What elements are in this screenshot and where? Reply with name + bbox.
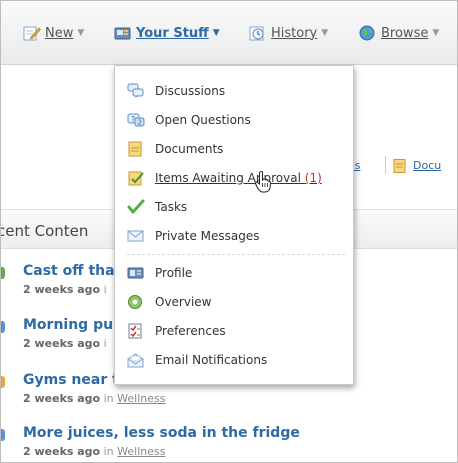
menu-item-discussions[interactable]: Discussions	[127, 80, 225, 102]
nav-browse[interactable]: Browse ▼	[359, 21, 439, 45]
list-item-title[interactable]: Morning pu	[23, 317, 113, 333]
list-item-meta: 2 weeks ago i	[23, 337, 107, 350]
top-nav: New ▼ Your Stuff ▼ History ▼ Browse ▼	[1, 1, 457, 65]
menu-item-label: Preferences	[155, 324, 226, 338]
menu-item-label: Overview	[155, 295, 212, 309]
list-item-title[interactable]: Gyms near t	[23, 372, 119, 388]
chevron-down-icon: ▼	[432, 28, 440, 38]
nav-new-label: New	[45, 25, 74, 41]
chevron-down-icon: ▼	[212, 28, 220, 38]
list-item-title[interactable]: Cast off tha	[23, 263, 115, 279]
approval-count-badge: (1)	[304, 171, 322, 185]
nav-history-label: History	[271, 25, 318, 41]
overview-icon	[127, 294, 143, 310]
checkmark-icon	[127, 199, 145, 215]
content-type-icon	[1, 267, 5, 279]
category-link[interactable]: Wellness	[117, 392, 165, 405]
menu-item-label: Items Awaiting Approval (1)	[155, 171, 322, 185]
document-icon	[393, 159, 409, 175]
menu-item-email-notifications[interactable]: Email Notifications	[127, 349, 267, 371]
content-type-icon	[1, 376, 5, 388]
menu-item-label: Private Messages	[155, 229, 260, 243]
menu-item-private-messages[interactable]: Private Messages	[127, 225, 260, 247]
category-link[interactable]: Wellness	[117, 445, 165, 458]
content-type-icon	[1, 321, 5, 333]
nav-your-stuff-label: Your Stuff	[136, 25, 209, 41]
menu-item-label: Email Notifications	[155, 353, 268, 367]
folder-stuff-icon	[114, 25, 131, 41]
list-item-meta: 2 weeks ago in Wellness	[23, 392, 166, 405]
question-bubble-icon: ? 2	[127, 112, 145, 128]
content-type-icon	[1, 429, 5, 441]
menu-item-label: Documents	[155, 142, 224, 156]
section-title: cent Conten	[0, 222, 89, 240]
your-stuff-menu: Discussions ? 2 Open Questions Documents…	[114, 65, 354, 385]
chevron-down-icon: ▼	[77, 28, 85, 38]
menu-item-profile[interactable]: Profile	[127, 262, 192, 284]
page-frame: New ▼ Your Stuff ▼ History ▼ Browse ▼ Do…	[0, 0, 458, 463]
list-item-title[interactable]: More juices, less soda in the fridge	[23, 425, 300, 441]
profile-card-icon	[127, 265, 144, 281]
menu-divider	[127, 254, 345, 255]
svg-text:2: 2	[138, 119, 142, 127]
menu-item-label: Tasks	[155, 200, 188, 214]
documents-tab-link[interactable]: Docu	[413, 159, 441, 172]
menu-item-label: Profile	[155, 266, 193, 280]
menu-item-tasks[interactable]: Tasks	[127, 196, 187, 218]
nav-browse-label: Browse	[381, 25, 429, 41]
history-icon	[249, 25, 265, 41]
document-icon	[127, 141, 143, 157]
menu-item-label: Discussions	[155, 84, 226, 98]
checklist-icon	[127, 323, 143, 339]
nav-new[interactable]: New ▼	[23, 21, 84, 45]
list-item-meta: 2 weeks ago i	[23, 283, 107, 296]
email-open-icon	[127, 352, 144, 368]
globe-icon	[359, 25, 375, 41]
approval-doc-icon	[127, 170, 144, 186]
hand-cursor-icon	[254, 171, 272, 193]
nav-your-stuff[interactable]: Your Stuff ▼	[114, 21, 220, 45]
pencil-doc-icon	[23, 25, 41, 41]
menu-item-label: Open Questions	[155, 113, 251, 127]
nav-history[interactable]: History ▼	[249, 21, 328, 45]
menu-item-overview[interactable]: Overview	[127, 291, 212, 313]
menu-item-open-questions[interactable]: ? 2 Open Questions	[127, 109, 251, 131]
discussion-bubbles-icon	[127, 83, 144, 99]
menu-item-preferences[interactable]: Preferences	[127, 320, 226, 342]
envelope-icon	[127, 228, 144, 244]
chevron-down-icon: ▼	[321, 28, 329, 38]
divider	[385, 156, 386, 174]
menu-item-documents[interactable]: Documents	[127, 138, 223, 160]
list-item-meta: 2 weeks ago in Wellness	[23, 445, 166, 458]
menu-item-items-awaiting-approval[interactable]: Items Awaiting Approval (1)	[127, 167, 322, 189]
